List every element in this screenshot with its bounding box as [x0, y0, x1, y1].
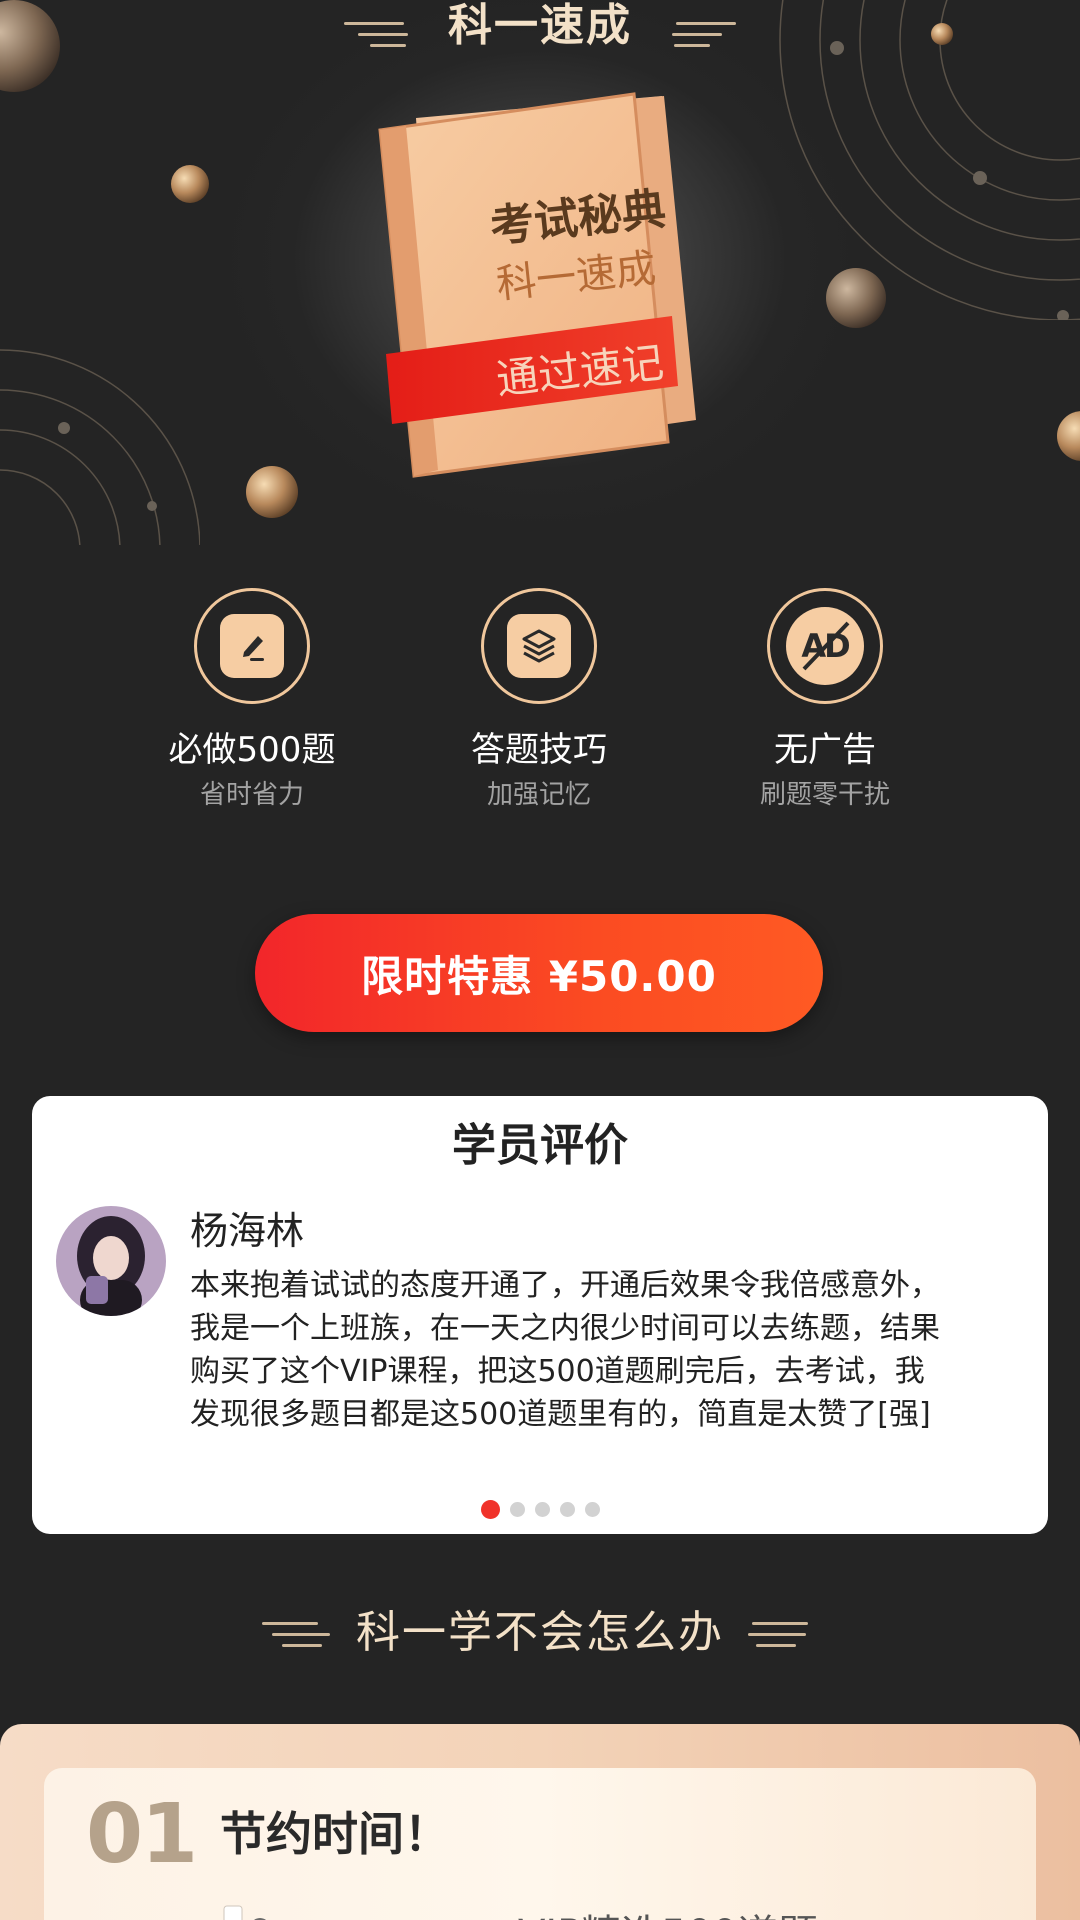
- pagination-dot[interactable]: [509, 1502, 525, 1517]
- feature-title: 答题技巧: [471, 730, 607, 770]
- benefits-panel: 01 节约时间！ VIP精选500道题: [0, 1724, 1080, 1920]
- carousel-pagination: [32, 1500, 1048, 1519]
- feature-title: 必做500题: [168, 730, 336, 770]
- benefit-heading: 节约时间！: [220, 1807, 450, 1861]
- pagination-dot-active[interactable]: [480, 1500, 500, 1519]
- review-line: 购买了这个VIP课程，把这500道题刷完后，去考试，我: [190, 1354, 925, 1389]
- feature-icon-ring: [194, 588, 310, 704]
- hero-banner: 科一速成 考试秘典 科一速成 通过速记: [0, 0, 1080, 545]
- exam-book-illustration: 考试秘典 科一速成 通过速记: [378, 92, 696, 478]
- pagination-dot[interactable]: [559, 1502, 575, 1517]
- hero-title: 科一速成: [448, 0, 632, 51]
- feature-practice[interactable]: 必做500题 省时省力: [127, 588, 377, 812]
- layers-icon: [507, 614, 571, 678]
- feature-skills[interactable]: 答题技巧 加强记忆: [414, 588, 664, 812]
- review-text: 本来抱着试试的态度开通了，开通后效果令我倍感意外， 我是一个上班族，在一天之内很…: [190, 1264, 1020, 1436]
- pagination-dot[interactable]: [584, 1502, 600, 1517]
- feature-subtitle: 刷题零干扰: [759, 780, 890, 810]
- section-title: 科一学不会怎么办: [356, 1607, 724, 1658]
- benefit-detail-text: VIP精选500道题: [518, 1910, 818, 1920]
- avatar: [56, 1206, 166, 1316]
- review-line: 发现很多题目都是这500道题里有的，简直是太赞了[强]: [190, 1397, 931, 1432]
- review-title: 学员评价: [452, 1120, 628, 1171]
- feature-icon-ring: [481, 588, 597, 704]
- no-ad-icon: AD: [786, 607, 864, 685]
- limited-offer-button[interactable]: 限时特惠 ¥50.00: [255, 914, 823, 1032]
- reviewer-name: 杨海林: [190, 1209, 305, 1253]
- pagination-dot[interactable]: [534, 1502, 550, 1517]
- feature-subtitle: 加强记忆: [486, 780, 591, 810]
- feature-icon-ring: AD: [767, 588, 883, 704]
- feature-no-ads[interactable]: AD 无广告 刷题零干扰: [700, 588, 950, 812]
- review-line: 本来抱着试试的态度开通了，开通后效果令我倍感意外，: [190, 1268, 940, 1303]
- review-line: 我是一个上班族，在一天之内很少时间可以去练题，结果: [190, 1311, 940, 1346]
- feature-subtitle: 省时省力: [199, 780, 304, 810]
- benefit-number: 01: [86, 1787, 198, 1882]
- review-card: 学员评价 杨海林 本来抱着试试的态度开通了，开通后效果令我倍感意外， 我是一个上…: [32, 1096, 1048, 1534]
- edit-icon: [220, 614, 284, 678]
- benefit-card: 01 节约时间！ VIP精选500道题: [44, 1768, 1036, 1920]
- feature-title: 无广告: [774, 730, 876, 770]
- phone-illustration: [220, 1902, 280, 1920]
